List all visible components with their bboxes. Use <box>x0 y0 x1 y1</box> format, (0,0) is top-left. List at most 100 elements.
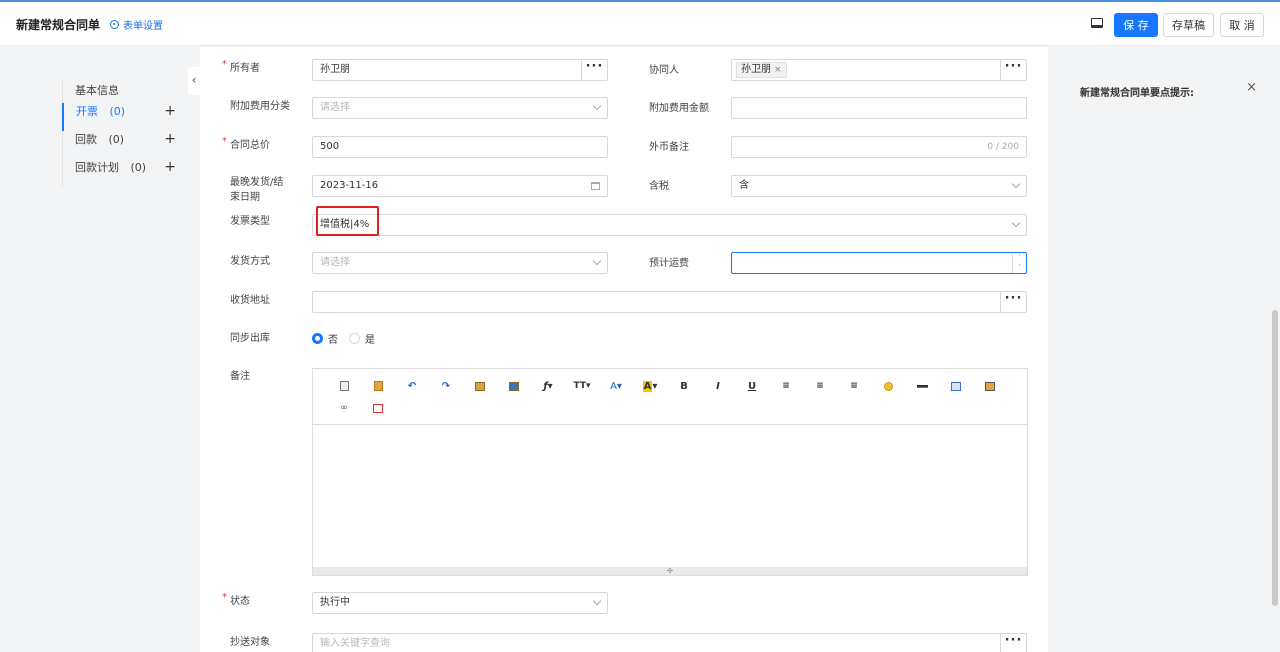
more-icon[interactable]: ··· <box>1000 292 1026 312</box>
resize-handle[interactable]: ✣ <box>313 567 1027 575</box>
cc-search-input[interactable]: 输入关键字查询 ··· <box>312 633 1027 652</box>
fee-category-select[interactable]: 请选择 <box>312 97 608 119</box>
nav-item-count: (0) <box>109 105 126 118</box>
align-left-icon[interactable]: ≡ <box>769 375 803 397</box>
horizontal-rule-icon[interactable] <box>905 375 939 397</box>
fullscreen-icon[interactable] <box>361 397 395 419</box>
latest-date-picker[interactable]: 2023-11-16 <box>312 175 608 197</box>
template-icon[interactable] <box>361 375 395 397</box>
remark-label: 备注 <box>230 371 250 382</box>
fx-note-input[interactable]: 0 / 200 <box>731 136 1027 158</box>
link-icon[interactable]: ∞ <box>327 397 361 419</box>
add-invoice-icon[interactable]: + <box>164 102 176 120</box>
top-header: 新建常规合同单 表单设置 保 存 存草稿 取 消 <box>0 0 1280 46</box>
radio-no[interactable]: 否 <box>312 331 338 346</box>
bold-icon[interactable]: B <box>667 375 701 397</box>
form-settings-link[interactable]: 表单设置 <box>110 17 163 32</box>
save-draft-button[interactable]: 存草稿 <box>1163 13 1214 37</box>
radio-no-label: 否 <box>328 335 338 346</box>
radio-yes[interactable]: 是 <box>349 331 375 346</box>
status-value: 执行中 <box>320 597 350 608</box>
paste-word-icon[interactable] <box>497 375 531 397</box>
radio-yes-label: 是 <box>365 335 375 346</box>
close-icon[interactable]: × <box>774 65 782 75</box>
ship-method-select[interactable]: 请选择 <box>312 252 608 274</box>
radio-unchecked-icon <box>349 333 360 344</box>
calendar-icon <box>591 182 600 190</box>
address-field[interactable]: ··· <box>312 291 1027 313</box>
collaborator-tag: 孙卫朋 × <box>736 62 787 78</box>
est-freight-input[interactable]: ˄ ˅ <box>731 252 1027 274</box>
nav-item-invoice[interactable]: 开票 (0) + <box>62 103 184 131</box>
collaborator-label: 协同人 <box>649 65 679 76</box>
underline-icon[interactable]: U <box>735 375 769 397</box>
collaborator-tag-label: 孙卫朋 <box>741 64 771 75</box>
tax-label: 含税 <box>649 181 669 192</box>
highlight-box <box>316 206 379 236</box>
chevron-down-icon <box>1011 218 1021 228</box>
nav-item-label: 回款计划 <box>75 161 119 174</box>
tax-select[interactable]: 含 <box>731 175 1027 197</box>
collaborator-field[interactable]: 孙卫朋 × ··· <box>731 59 1027 81</box>
font-family-icon[interactable]: ƒ▾ <box>531 375 565 397</box>
cc-placeholder: 输入关键字查询 <box>320 638 390 649</box>
more-icon[interactable]: ··· <box>1000 60 1026 80</box>
total-input[interactable]: 500 <box>312 136 608 158</box>
total-value: 500 <box>320 141 340 152</box>
status-label: 状态 <box>230 596 250 607</box>
emoji-icon[interactable] <box>871 375 905 397</box>
status-select[interactable]: 执行中 <box>312 592 608 614</box>
scrollbar[interactable] <box>1272 310 1278 606</box>
rich-text-editor[interactable]: ↶ ↷ ƒ▾ TT▾ A▾ A ▾ B I U ≡ ≡ ≡ ∞ ✣ <box>312 368 1028 576</box>
radio-checked-icon <box>312 333 323 344</box>
highlight-color-icon[interactable]: A ▾ <box>633 375 667 397</box>
section-nav: 基本信息 开票 (0) + 回款 (0) + 回款计划 (0) + <box>62 79 184 187</box>
chevron-down-icon <box>592 256 602 266</box>
editor-toolbar: ↶ ↷ ƒ▾ TT▾ A▾ A ▾ B I U ≡ ≡ ≡ ∞ <box>313 369 1027 425</box>
align-center-icon[interactable]: ≡ <box>803 375 837 397</box>
table-icon[interactable] <box>939 375 973 397</box>
add-payment-plan-icon[interactable]: + <box>164 158 176 176</box>
required-mark: * <box>222 592 227 603</box>
invoice-type-label: 发票类型 <box>230 216 270 227</box>
chevron-down-icon <box>592 596 602 606</box>
invoice-type-select[interactable]: 增值税|4% <box>312 214 1027 236</box>
number-stepper[interactable]: ˄ ˅ <box>1012 253 1026 273</box>
more-icon[interactable]: ··· <box>581 60 607 80</box>
owner-field[interactable]: 孙卫朋 ··· <box>312 59 608 81</box>
cc-label: 抄送对象 <box>230 637 270 648</box>
form-main: * 所有者 孙卫朋 ··· 协同人 孙卫朋 × ··· 附加费用分类 请选择 附加… <box>200 47 1048 652</box>
gear-icon <box>110 20 119 29</box>
font-color-icon[interactable]: A▾ <box>599 375 633 397</box>
tips-title: 新建常规合同单要点提示: <box>1080 88 1194 99</box>
paste-icon[interactable] <box>327 375 361 397</box>
nav-item-count: (0) <box>108 133 125 146</box>
address-label: 收货地址 <box>230 295 270 306</box>
nav-item-payment-plan[interactable]: 回款计划 (0) + <box>63 159 184 187</box>
nav-item-count: (0) <box>130 161 147 174</box>
save-button[interactable]: 保 存 <box>1114 13 1158 37</box>
monitor-icon[interactable] <box>1091 18 1103 28</box>
nav-item-label: 基本信息 <box>75 84 119 97</box>
ship-method-placeholder: 请选择 <box>320 257 350 268</box>
undo-icon[interactable]: ↶ <box>395 375 429 397</box>
char-counter: 0 / 200 <box>987 142 1019 152</box>
required-mark: * <box>222 59 227 70</box>
more-icon[interactable]: ··· <box>1000 634 1026 652</box>
nav-item-basic-info[interactable]: 基本信息 <box>63 79 184 103</box>
image-icon[interactable] <box>973 375 1007 397</box>
align-right-icon[interactable]: ≡ <box>837 375 871 397</box>
nav-item-payment[interactable]: 回款 (0) + <box>63 131 184 159</box>
cancel-button[interactable]: 取 消 <box>1220 13 1264 37</box>
fee-category-placeholder: 请选择 <box>320 102 350 113</box>
collapse-panel-button[interactable]: ‹ <box>188 67 200 95</box>
tax-value: 含 <box>739 180 749 191</box>
close-icon[interactable]: × <box>1246 80 1257 95</box>
paste-text-icon[interactable] <box>463 375 497 397</box>
fee-amount-input[interactable] <box>731 97 1027 119</box>
redo-icon[interactable]: ↷ <box>429 375 463 397</box>
italic-icon[interactable]: I <box>701 375 735 397</box>
ship-method-label: 发货方式 <box>230 256 270 267</box>
font-size-icon[interactable]: TT▾ <box>565 375 599 397</box>
add-payment-icon[interactable]: + <box>164 130 176 148</box>
